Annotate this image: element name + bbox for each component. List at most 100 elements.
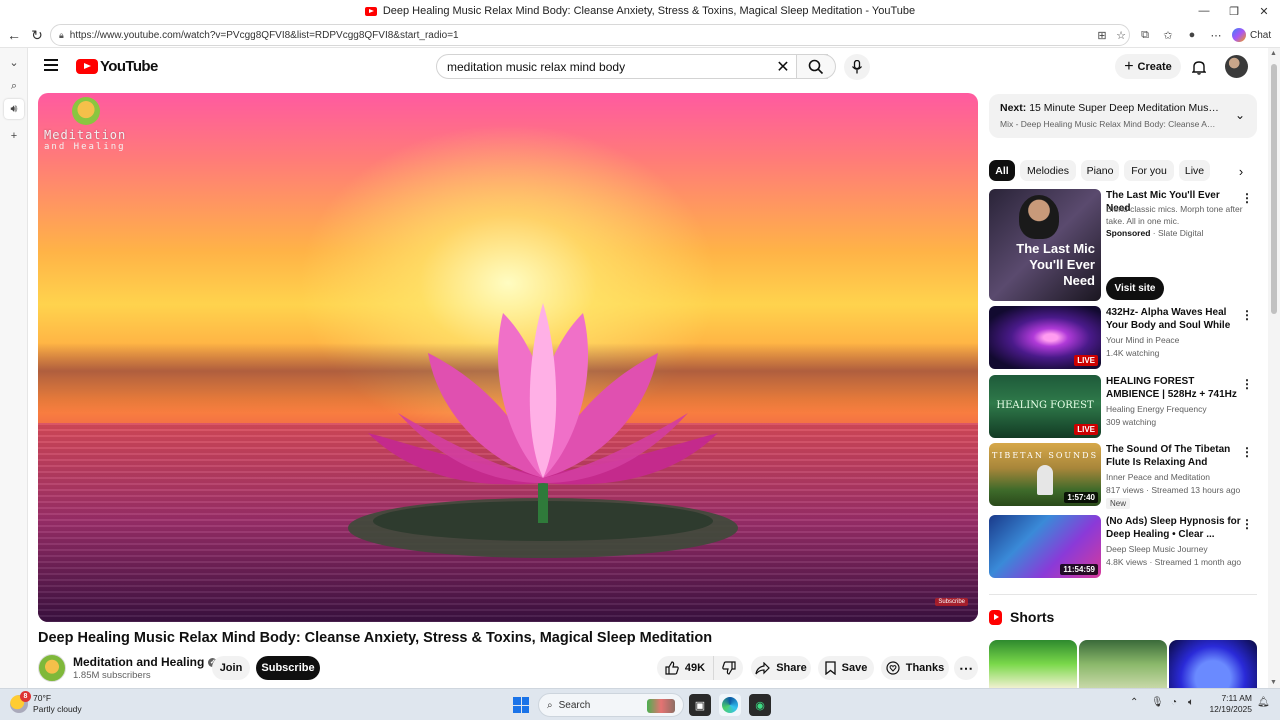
visit-site-button[interactable]: Visit site [1106,277,1164,300]
rec-channel[interactable]: Deep Sleep Music Journey [1106,543,1246,555]
rec-channel[interactable]: Inner Peace and Meditation [1106,471,1246,483]
ad-desc-2: take. All in one mic. [1106,216,1180,226]
subscribe-watermark[interactable]: Subscribe [935,598,968,606]
search-icon: ⌕ [547,699,553,711]
chevron-down-icon[interactable]: ⌄ [4,52,24,72]
add-tab-icon[interactable]: + [4,126,24,146]
favorites-icon[interactable]: ✩ [1160,27,1176,43]
address-bar[interactable]: 🔒︎ https://www.youtube.com/watch?v=PVcgg… [50,24,1130,46]
rec-thumbnail[interactable]: 11:54:59 [989,515,1101,578]
refresh-icon[interactable]: ↻ [27,25,47,45]
chip-all[interactable]: All [989,160,1015,181]
more-vertical-icon[interactable]: ⋮ [1241,308,1253,322]
short-thumbnail[interactable] [989,640,1077,688]
wifi-icon[interactable]: ◔ [1171,697,1177,708]
lotus-flower-image [348,303,738,558]
audio-playing-icon[interactable]: 🔊︎ [4,99,24,119]
recommendation-ad[interactable]: The Last Mic You'll Ever Need The Last M… [989,189,1257,301]
chip-live[interactable]: Live [1179,160,1210,181]
system-clock[interactable]: 7:11 AM 12/19/2025 [1208,693,1252,715]
dislike-button[interactable] [713,656,743,680]
scroll-up-icon[interactable]: ▲ [1270,50,1277,57]
more-menu-icon[interactable]: ⋯ [1208,27,1224,43]
weather-widget[interactable]: 8 70°F Partly cloudy [10,691,82,715]
recommendation-item[interactable]: HEALING FOREST LIVE HEALING FOREST AMBIE… [989,375,1257,438]
android-app-icon[interactable]: ◉ [749,694,771,716]
save-button[interactable]: Save [818,656,874,680]
favorite-star-icon[interactable]: ☆ [1113,27,1129,43]
url-text: https://www.youtube.com/watch?v=PVcgg8QF… [69,29,459,41]
ad-thumb-line-1: The Last Mic [1016,241,1095,256]
maximize-button[interactable]: ❐ [1218,0,1250,22]
next-up-panel[interactable]: Next: 15 Minute Super Deep Meditation Mu… [989,94,1257,138]
windows-start-icon[interactable] [513,697,529,713]
chevron-down-icon[interactable]: ⌄ [1235,108,1245,122]
chevron-right-icon[interactable]: › [1232,162,1250,180]
chip-for-you[interactable]: For you [1124,160,1174,181]
menu-icon[interactable] [44,59,58,71]
short-thumbnail[interactable] [1079,640,1167,688]
scrollbar-thumb[interactable] [1271,64,1277,314]
recommendation-item[interactable]: TIBETAN SOUNDS 1:57:40 The Sound Of The … [989,443,1257,509]
chip-melodies[interactable]: Melodies [1020,160,1076,181]
copilot-chat-button[interactable]: Chat [1232,25,1271,45]
search-icon[interactable]: ⌕ [4,76,24,96]
youtube-logo[interactable]: YouTube [76,58,158,75]
more-vertical-icon[interactable]: ⋮ [1241,445,1253,459]
rec-thumbnail[interactable]: LIVE [989,306,1101,369]
notifications-bell-icon[interactable] [1188,56,1210,78]
join-button[interactable]: Join [212,656,250,680]
close-window-button[interactable]: ✕ [1248,0,1280,22]
extensions-icon[interactable]: ⧉ [1137,27,1153,43]
more-vertical-icon[interactable]: ⋮ [1241,517,1253,531]
back-arrow-icon[interactable]: ← [4,25,24,45]
clock-time: 7:11 AM [1221,693,1252,703]
recommendation-item[interactable]: LIVE 432Hz- Alpha Waves Heal Your Body a… [989,306,1257,369]
subscribe-button[interactable]: Subscribe [256,656,320,680]
chip-piano[interactable]: Piano [1081,160,1119,181]
recommendation-item[interactable]: 11:54:59 (No Ads) Sleep Hypnosis for Dee… [989,515,1257,578]
rec-channel[interactable]: Healing Energy Frequency [1106,403,1246,415]
like-button[interactable]: 49K [657,656,713,680]
ad-sponsor-line: Sponsored · Slate Digital [1106,227,1246,239]
more-vertical-icon[interactable]: ⋮ [1241,377,1253,391]
more-actions-button[interactable]: ⋯ [954,656,978,680]
bookmark-icon [824,661,836,675]
channel-name-link[interactable]: Meditation and Healing ✓ [73,655,218,669]
account-avatar[interactable] [1225,55,1248,78]
volume-icon[interactable]: 🔈︎ [1188,697,1194,708]
short-thumbnail[interactable] [1169,640,1257,688]
edge-browser-icon[interactable] [719,694,741,716]
more-vertical-icon[interactable]: ⋮ [1241,191,1253,205]
search-input[interactable]: meditation music relax mind body [436,54,828,79]
scroll-down-icon[interactable]: ▼ [1270,679,1277,686]
next-up-line: Next: 15 Minute Super Deep Meditation Mu… [1000,102,1220,114]
minimize-button[interactable]: — [1188,0,1220,22]
microphone-icon[interactable]: 🎙︎ [1151,697,1164,708]
live-badge: LIVE [1074,355,1098,366]
rec-thumbnail[interactable]: TIBETAN SOUNDS 1:57:40 [989,443,1101,506]
clear-search-icon[interactable]: ✕ [772,56,794,78]
page-scrollbar[interactable]: ▲ ▼ [1268,48,1280,688]
taskbar-search[interactable]: ⌕ Search [538,693,684,717]
chevron-up-icon[interactable]: ⌃ [1130,697,1138,708]
rec-channel[interactable]: Your Mind in Peace [1106,334,1246,346]
rec-thumbnail[interactable]: HEALING FOREST LIVE [989,375,1101,438]
channel-avatar[interactable] [38,654,66,682]
thanks-button[interactable]: Thanks [881,656,949,680]
search-button[interactable] [796,54,836,79]
create-button[interactable]: + Create [1115,54,1181,79]
profile-icon[interactable]: ● [1184,27,1200,43]
voice-search-button[interactable] [844,54,870,80]
rec-title[interactable]: HEALING FOREST AMBIENCE | 528Hz + 741Hz … [1106,375,1241,401]
rec-title[interactable]: (No Ads) Sleep Hypnosis for Deep Healing… [1106,515,1241,541]
rec-title[interactable]: The Sound Of The Tibetan Flute Is Relaxi… [1106,443,1241,469]
task-view-icon[interactable]: ▣ [689,694,711,716]
app-available-icon[interactable]: ⊞ [1094,27,1110,43]
next-prefix: Next: [1000,102,1027,114]
rec-title[interactable]: 432Hz- Alpha Waves Heal Your Body and So… [1106,306,1241,332]
notification-icon[interactable]: 🔔︎ [1257,697,1270,708]
share-button[interactable]: Share [751,656,811,680]
video-player[interactable]: Meditation and Healing Subscribe [38,93,978,622]
ad-thumbnail[interactable]: The Last Mic You'll Ever Need [989,189,1101,301]
